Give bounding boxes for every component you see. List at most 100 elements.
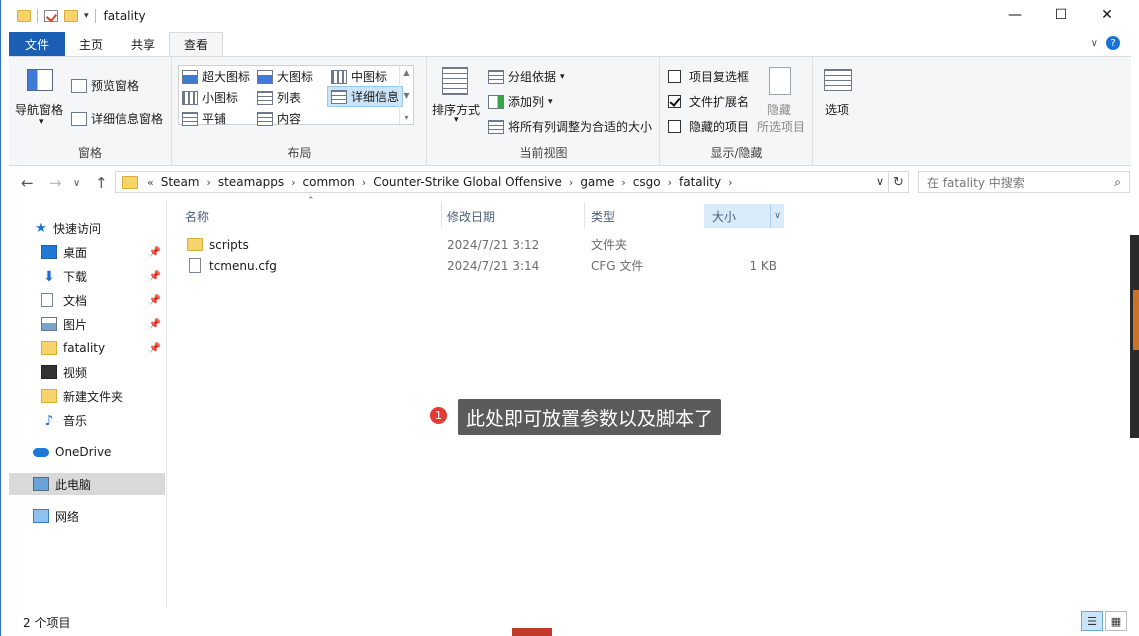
nav-quick-access[interactable]: ★ 快速访问 [9,217,165,239]
layout-tiles[interactable]: 平铺 [182,110,226,127]
scroll-up-icon[interactable]: ▲ [403,68,409,77]
layout-medium-icons[interactable]: 中图标 [331,68,387,85]
new-folder-icon[interactable] [64,10,78,22]
layout-small-icons[interactable]: 小图标 [182,89,238,106]
file-extensions-checkbox[interactable] [668,95,681,108]
recent-locations-chevron-icon[interactable]: ∨ [73,178,80,189]
large-icons-view-icon[interactable]: ▦ [1105,611,1127,631]
nav-item-downloads[interactable]: ⬇ 下载 📌 [9,265,165,287]
breadcrumb-chevron-icon[interactable]: › [203,176,213,189]
pin-icon: 📌 [148,270,161,282]
nav-pane-chevron-icon[interactable]: ▾ [39,117,44,127]
layout-extra-large-icons[interactable]: 超大图标 [182,68,250,85]
layout-content[interactable]: 内容 [257,110,301,127]
back-arrow-icon[interactable]: ← [21,174,34,192]
pin-icon: 📌 [148,318,161,330]
expand-gallery-icon[interactable]: ▾ [404,113,408,122]
search-placeholder: 在 fatality 中搜索 [927,175,1025,190]
nav-item-onedrive[interactable]: OneDrive [9,441,165,463]
column-header-label: 修改日期 [447,209,496,224]
hidden-items-toggle[interactable]: 隐藏的项目 [668,118,749,135]
layout-gallery-scroll[interactable]: ▲ ▼ ▾ [399,66,413,124]
nav-item-this-pc[interactable]: 此电脑 [9,473,165,495]
panes-group: 导航窗格 ▾ 预览窗格 详细信息窗格 窗格 [9,57,172,165]
column-header-date[interactable]: 修改日期 [439,204,583,228]
options-button[interactable]: 选项 [825,101,849,118]
tab-file[interactable]: 文件 [9,32,65,56]
nav-item-fatality[interactable]: fatality 📌 [9,337,165,359]
column-header-type[interactable]: 类型 [583,204,703,228]
background-app-accent [1133,290,1139,350]
help-icon[interactable]: ? [1106,36,1120,50]
breadcrumb-overflow[interactable]: « [144,176,157,189]
breadcrumb-chevron-icon[interactable]: › [618,176,628,189]
file-row[interactable]: scripts 2024/7/21 3:12 文件夹 [181,234,881,255]
address-bar[interactable]: « Steam › steamapps › common › Counter-S… [115,171,889,193]
address-history-chevron-icon[interactable]: ∨ [876,175,884,188]
details-view-icon[interactable]: ☰ [1081,611,1103,631]
nav-item-documents[interactable]: 文档 📌 [9,289,165,311]
up-arrow-icon[interactable]: ↑ [95,174,108,192]
forward-arrow-icon[interactable]: → [49,174,62,192]
nav-item-network[interactable]: 网络 [9,505,165,527]
add-columns-button[interactable]: 添加列 ▾ [488,93,553,110]
hide-selected-button[interactable]: 隐藏 [767,101,791,118]
ribbon: 导航窗格 ▾ 预览窗格 详细信息窗格 窗格 超大图标 大图标 中图标 小图标 列… [9,56,1131,166]
column-filter-chevron-icon[interactable]: ∨ [770,204,784,228]
nav-pane-button[interactable]: 导航窗格 [15,101,63,118]
file-date: 2024/7/21 3:14 [447,258,540,273]
nav-item-desktop[interactable]: 桌面 📌 [9,241,165,263]
file-row[interactable]: tcmenu.cfg 2024/7/21 3:14 CFG 文件 1 KB [181,255,881,276]
tab-view[interactable]: 查看 [169,32,224,56]
tab-home[interactable]: 主页 [65,32,117,56]
breadcrumb-steamapps[interactable]: steamapps [214,175,288,189]
maximize-button[interactable]: ☐ [1038,0,1084,30]
sort-by-chevron-icon[interactable]: ▾ [454,115,459,125]
breadcrumb-fatality[interactable]: fatality [675,175,725,189]
scroll-down-icon[interactable]: ▼ [403,91,409,100]
nav-item-new-folder[interactable]: 新建文件夹 [9,385,165,407]
customize-toolbar-chevron-icon[interactable]: ▾ [84,11,89,21]
nav-item-music[interactable]: ♪ 音乐 [9,409,165,431]
nav-item-label: 桌面 [63,245,88,260]
add-columns-label: 添加列 [508,95,545,109]
refresh-icon[interactable]: ↻ [889,171,909,193]
file-extensions-toggle[interactable]: 文件扩展名 [668,93,749,110]
preview-pane-button[interactable]: 预览窗格 [71,77,139,94]
breadcrumb-steam[interactable]: Steam [157,175,204,189]
breadcrumb-game[interactable]: game [576,175,618,189]
small-icons-icon [182,90,198,105]
size-all-columns-button[interactable]: 将所有列调整为合适的大小 [488,118,652,135]
search-icon[interactable]: ⌕ [1114,175,1121,190]
layout-large-icons[interactable]: 大图标 [257,68,313,85]
nav-item-pictures[interactable]: 图片 📌 [9,313,165,335]
group-by-button[interactable]: 分组依据 ▾ [488,68,565,85]
file-name-cell: tcmenu.cfg [187,258,277,273]
breadcrumb-chevron-icon[interactable]: › [665,176,675,189]
item-checkboxes-checkbox[interactable] [668,70,681,83]
minimize-button[interactable]: — [992,0,1038,30]
column-header-name[interactable]: 名称 [177,204,439,228]
hidden-items-checkbox[interactable] [668,120,681,133]
breadcrumb-chevron-icon[interactable]: › [359,176,369,189]
breadcrumb-chevron-icon[interactable]: › [566,176,576,189]
nav-pane-label: 导航窗格 [15,103,64,117]
collapse-ribbon-chevron-icon[interactable]: ∨ [1091,38,1098,49]
search-input[interactable]: 在 fatality 中搜索 ⌕ [918,171,1130,193]
layout-details[interactable]: 详细信息 [327,86,404,107]
tab-share[interactable]: 共享 [117,32,169,56]
window-title: fatality [103,9,146,23]
column-header-size[interactable]: 大小 ∨ [704,204,784,228]
properties-icon[interactable] [44,10,58,22]
breadcrumb-chevron-icon[interactable]: › [288,176,298,189]
breadcrumb-csgo-root[interactable]: Counter-Strike Global Offensive [369,175,566,189]
breadcrumb-chevron-icon[interactable]: › [725,176,735,189]
close-button[interactable]: ✕ [1084,0,1130,30]
details-pane-button[interactable]: 详细信息窗格 [71,110,163,127]
breadcrumb-csgo[interactable]: csgo [629,175,665,189]
nav-item-videos[interactable]: 视频 [9,361,165,383]
breadcrumb-common[interactable]: common [299,175,359,189]
hidden-items-label: 隐藏的项目 [689,120,750,134]
layout-list[interactable]: 列表 [257,89,301,106]
item-checkboxes-toggle[interactable]: 项目复选框 [668,68,749,85]
